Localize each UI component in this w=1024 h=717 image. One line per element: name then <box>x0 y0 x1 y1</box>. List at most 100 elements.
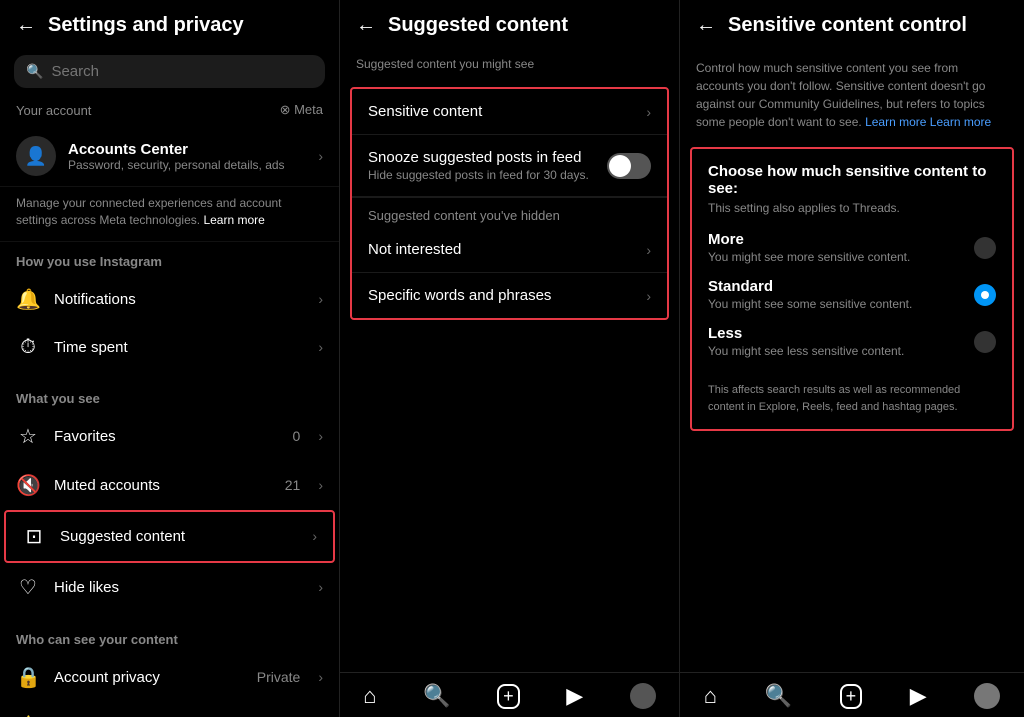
affects-text: This affects search results as well as r… <box>708 372 996 415</box>
less-text: Less You might see less sensitive conten… <box>708 325 904 358</box>
accounts-center-title: Accounts Center <box>68 141 306 158</box>
nav-avatar-p3[interactable] <box>974 683 1000 709</box>
account-privacy-icon: 🔒 <box>16 665 40 690</box>
time-spent-item[interactable]: ⏱ Time spent › <box>0 324 339 371</box>
notifications-chevron: › <box>318 291 323 307</box>
less-title: Less <box>708 325 904 342</box>
muted-accounts-icon: 🔇 <box>16 473 40 498</box>
your-account-row: Your account ⊗ Meta <box>0 98 339 126</box>
back-arrow-panel2[interactable]: ← <box>356 14 376 37</box>
account-privacy-item[interactable]: 🔒 Account privacy Private › <box>0 653 339 702</box>
snooze-toggle[interactable] <box>607 153 651 179</box>
search-input[interactable] <box>51 63 313 80</box>
panel2-bottom-nav: ⌂ 🔍 + ▶ <box>340 672 679 717</box>
favorites-label: Favorites <box>54 428 279 445</box>
notifications-label: Notifications <box>54 291 304 308</box>
panel2-content: Suggested content you might see Sensitiv… <box>340 51 679 362</box>
account-privacy-chevron: › <box>318 669 323 685</box>
muted-accounts-item[interactable]: 🔇 Muted accounts 21 › <box>0 461 339 510</box>
sensitive-content-title: Sensitive content <box>368 103 646 120</box>
suggested-content-panel: ← Suggested content Suggested content yo… <box>340 0 680 717</box>
nav-reels-icon-p3[interactable]: ▶ <box>910 683 927 709</box>
suggested-content-box: Sensitive content › Snooze suggested pos… <box>350 87 669 320</box>
specific-words-title: Specific words and phrases <box>368 287 646 304</box>
standard-radio[interactable] <box>974 284 996 306</box>
sensitive-options-box: Choose how much sensitive content to see… <box>690 147 1014 431</box>
standard-option[interactable]: Standard You might see some sensitive co… <box>708 278 996 311</box>
nav-add-icon-p3[interactable]: + <box>840 684 863 709</box>
search-icon: 🔍 <box>26 63 43 80</box>
sensitive-box-title: Choose how much sensitive content to see… <box>708 163 996 197</box>
hidden-section-label: Suggested content you've hidden <box>352 197 667 227</box>
back-arrow-panel3[interactable]: ← <box>696 14 716 37</box>
not-interested-text: Not interested <box>368 241 646 258</box>
suggested-content-item[interactable]: ⊡ Suggested content › <box>4 510 335 563</box>
nav-reels-icon-p2[interactable]: ▶ <box>566 683 583 709</box>
time-spent-label: Time spent <box>54 339 304 356</box>
standard-title: Standard <box>708 278 912 295</box>
more-text: More You might see more sensitive conten… <box>708 231 910 264</box>
muted-accounts-label: Muted accounts <box>54 477 271 494</box>
accounts-center-row[interactable]: 👤 Accounts Center Password, security, pe… <box>0 126 339 187</box>
less-option[interactable]: Less You might see less sensitive conten… <box>708 325 996 358</box>
manage-text: Manage your connected experiences and ac… <box>0 187 339 242</box>
suggested-content-label: Suggested content <box>60 528 298 545</box>
sensitive-content-row[interactable]: Sensitive content › <box>352 89 667 135</box>
accounts-center-text: Accounts Center Password, security, pers… <box>68 141 306 172</box>
who-can-see-label: Who can see your content <box>0 620 339 653</box>
sensitive-control-panel: ← Sensitive content control Control how … <box>680 0 1024 717</box>
close-friends-icon: ⭐ <box>16 714 40 717</box>
hide-likes-item[interactable]: ♡ Hide likes › <box>0 563 339 612</box>
suggested-content-chevron: › <box>312 528 317 544</box>
close-friends-item[interactable]: ⭐ Close Friends 6 › <box>0 702 339 717</box>
less-sub: You might see less sensitive content. <box>708 344 904 358</box>
accounts-center-subtitle: Password, security, personal details, ad… <box>68 158 306 172</box>
notifications-item[interactable]: 🔔 Notifications › <box>0 275 339 324</box>
less-radio[interactable] <box>974 331 996 353</box>
muted-accounts-badge: 21 <box>285 477 301 493</box>
snooze-text: Snooze suggested posts in feed Hide sugg… <box>368 149 607 182</box>
specific-words-row[interactable]: Specific words and phrases › <box>352 273 667 318</box>
panel2-title: Suggested content <box>388 14 568 37</box>
time-spent-icon: ⏱ <box>16 336 40 359</box>
standard-text: Standard You might see some sensitive co… <box>708 278 912 311</box>
standard-sub: You might see some sensitive content. <box>708 297 912 311</box>
panel2-header: ← Suggested content <box>340 0 679 51</box>
nav-search-icon-p2[interactable]: 🔍 <box>423 683 450 709</box>
nav-home-icon-p3[interactable]: ⌂ <box>704 683 717 709</box>
sensitive-content-chevron: › <box>646 104 651 120</box>
less-row: Less You might see less sensitive conten… <box>708 325 996 358</box>
panel1-title: Settings and privacy <box>48 14 244 37</box>
nav-home-icon-p2[interactable]: ⌂ <box>363 683 376 709</box>
not-interested-title: Not interested <box>368 241 646 258</box>
account-privacy-label: Account privacy <box>54 669 243 686</box>
hide-likes-chevron: › <box>318 579 323 595</box>
suggested-content-icon: ⊡ <box>22 524 46 549</box>
sensitive-box-sub: This setting also applies to Threads. <box>708 201 996 215</box>
more-title: More <box>708 231 910 248</box>
nav-search-icon-p3[interactable]: 🔍 <box>765 683 792 709</box>
not-interested-row[interactable]: Not interested › <box>352 227 667 273</box>
nav-avatar-p2[interactable] <box>630 683 656 709</box>
what-you-see-label: What you see <box>0 379 339 412</box>
panel3-title: Sensitive content control <box>728 14 967 37</box>
sensitive-content-text: Sensitive content <box>368 103 646 120</box>
learn-more-link[interactable]: Learn more <box>203 213 264 227</box>
search-bar[interactable]: 🔍 <box>14 55 325 88</box>
suggested-sub-label: Suggested content you might see <box>340 51 679 81</box>
accounts-center-chevron: › <box>318 148 323 164</box>
snooze-row[interactable]: Snooze suggested posts in feed Hide sugg… <box>352 135 667 197</box>
panel1-header: ← Settings and privacy <box>0 0 339 51</box>
learn-more-link-p3[interactable]: Learn more <box>865 115 926 129</box>
panel3-header: ← Sensitive content control <box>680 0 1024 51</box>
more-option[interactable]: More You might see more sensitive conten… <box>708 231 996 264</box>
favorites-item[interactable]: ☆ Favorites 0 › <box>0 412 339 461</box>
back-arrow-panel1[interactable]: ← <box>16 14 36 37</box>
more-row: More You might see more sensitive conten… <box>708 231 996 264</box>
learn-more-text[interactable]: Learn more <box>930 115 991 129</box>
your-account-label: Your account <box>16 103 91 118</box>
favorites-icon: ☆ <box>16 424 40 449</box>
more-radio[interactable] <box>974 237 996 259</box>
nav-add-icon-p2[interactable]: + <box>497 684 520 709</box>
standard-row: Standard You might see some sensitive co… <box>708 278 996 311</box>
